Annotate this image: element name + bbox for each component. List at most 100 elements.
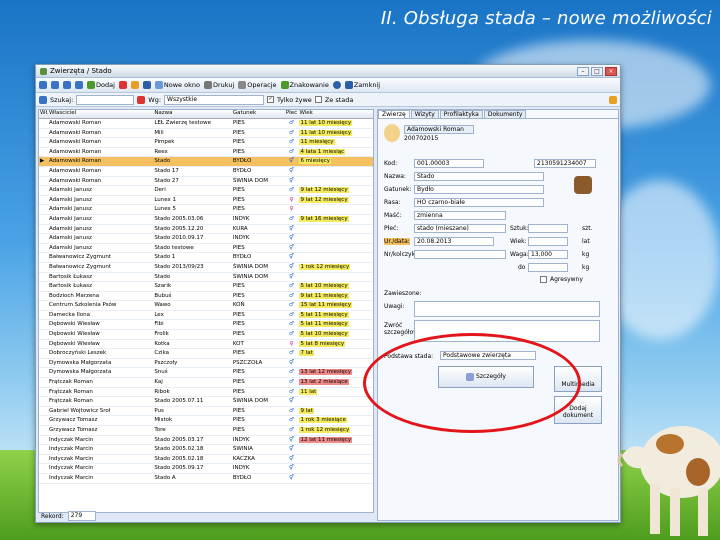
table-row[interactable]: Adamski Janusz Stado 2005.12.20 KURA ⚥ <box>39 225 373 235</box>
table-row[interactable]: Adamski Janusz Stado 2010.09.17 INDYK ⚥ <box>39 234 373 244</box>
breed-select[interactable]: HO czarno-białe <box>414 198 544 207</box>
color-select[interactable]: zmienna <box>414 211 506 220</box>
table-row[interactable]: Dębowski Wiesław Frolik PIES ♂ 5 lat 10 mies… <box>39 330 373 340</box>
table-row[interactable]: Dymowska Małgorzata Pszczoły PSZCZOŁA ⚥ <box>39 359 373 369</box>
table-row[interactable]: Gabriel Wojtowicz Sroł Pus PIES ♂ 9 lat <box>39 407 373 417</box>
col-header[interactable]: Wiek <box>298 110 373 118</box>
help-button[interactable] <box>332 81 341 89</box>
clear-icon[interactable] <box>137 95 146 104</box>
aggressive-checkbox[interactable] <box>540 276 547 283</box>
sex-icon: ♂ <box>289 407 294 414</box>
table-row[interactable]: Dameckа Ilona Lex PIES ♂ 5 lat 11 miesięcy <box>39 311 373 321</box>
age-badge: 5 lat 10 miesięcy <box>299 331 349 338</box>
table-row[interactable]: Bartosik Łukasz Szarik PIES ♂ 5 lat 10 miesi… <box>39 282 373 292</box>
table-row[interactable]: Grzywacz Tomasz Mistok PIES ♂ 1 rok 3 miesią… <box>39 416 373 426</box>
close-button[interactable]: Zamknij <box>344 81 380 89</box>
view-select[interactable]: Wszystkie <box>164 94 265 105</box>
search-input[interactable] <box>76 94 135 105</box>
weight-field[interactable]: 13,000 <box>528 250 568 259</box>
table-row[interactable]: Bałwanowicz Zygmunt Stado 2013/09/23 ŚWINI… <box>39 263 373 273</box>
table-cell: Stado 2005.02.18 <box>154 446 204 453</box>
table-row[interactable]: Indyczak Marcin Stado 2005.02.18 KACZKA ⚥ <box>39 455 373 465</box>
maximize-button[interactable]: □ <box>591 66 603 76</box>
table-row[interactable]: Adamowski Roman Pimpek PIES ♂ 11 miesięcy <box>39 138 373 148</box>
table-row[interactable]: Adamowski Roman LEŁ Zwierzę testowe PIES ♂ 1… <box>39 119 373 129</box>
nav-first-button[interactable] <box>39 81 47 89</box>
col-header[interactable]: Płeć <box>284 110 299 118</box>
sex-select[interactable]: stado (mieszane) <box>414 224 506 233</box>
close-window-button[interactable]: × <box>605 66 617 76</box>
age-field[interactable] <box>528 237 568 246</box>
chip-field[interactable]: 2130591234007 <box>534 159 596 168</box>
table-row[interactable]: Frątczak Roman Kaj PIES ♂ 13 lat 2 miesiące <box>39 378 373 388</box>
tab-visits[interactable]: Wizyty <box>410 110 439 118</box>
nav-next-button[interactable] <box>63 81 71 89</box>
tab-prophylaxis[interactable]: Profilaktyka <box>439 110 483 118</box>
table-row[interactable]: Centrum Szkolenia Psów Wawo KOŃ ♂ 15 lat 11 … <box>39 301 373 311</box>
minimize-button[interactable]: – <box>577 66 589 76</box>
marking-button[interactable]: Znakowanie <box>280 81 329 89</box>
tab-documents[interactable]: Dokumenty <box>483 110 527 118</box>
table-row[interactable]: Adamowski Roman Stado 27 ŚWINIA DOM ⚥ <box>39 177 373 187</box>
col-header[interactable]: Nazwa <box>153 110 232 118</box>
dose-field[interactable] <box>528 263 568 272</box>
table-row[interactable]: Bodzioch Marzena Bubuś PIES ♂ 9 lat 11 miesi… <box>39 292 373 302</box>
table-row[interactable]: Adamski Janusz Lunex 5 PIES ♀ <box>39 205 373 215</box>
only-alive-checkbox[interactable]: ✓ <box>267 96 275 103</box>
table-row[interactable]: Frątczak Roman Ribok PIES ♂ 11 lat <box>39 388 373 398</box>
operations-button[interactable]: Operacje <box>238 81 277 89</box>
table-cell: Reex <box>154 148 168 155</box>
table-cell: 4 lata 1 miesiąc <box>298 148 373 157</box>
table-row[interactable]: Dobroczyński Leszek Czika PIES ♂ 7 lat <box>39 349 373 359</box>
filter-icon[interactable] <box>598 96 606 104</box>
table-row[interactable]: Adamowski Roman Stado 17 BYDŁO ⚥ <box>39 167 373 177</box>
print-button[interactable]: Drukuj <box>203 81 234 89</box>
tab-animal[interactable]: Zwierzę <box>378 110 410 118</box>
save-button[interactable] <box>142 81 151 89</box>
table-row[interactable]: Frątczak Roman Stado 2005.07.11 ŚWINIA DOM… <box>39 397 373 407</box>
species-select[interactable]: Bydło <box>414 185 544 194</box>
pencil-icon[interactable] <box>609 95 617 104</box>
table-cell: Dębowski Wiesław <box>48 321 100 328</box>
name-field[interactable]: Stado <box>414 172 544 181</box>
table-row[interactable]: Adamski Janusz Stado 2005.03.06 INDYK ♂ 9 la… <box>39 215 373 225</box>
table-row[interactable]: Adamski Janusz Stado testowe PIES ⚥ <box>39 244 373 254</box>
from-herd-checkbox[interactable] <box>314 96 322 103</box>
disk-icon <box>142 81 151 89</box>
add-button[interactable]: Dodaj <box>87 81 115 89</box>
sex-icon: ♂ <box>289 311 294 318</box>
table-row[interactable]: Indyczak Marcin Stado 2005.02.18 ŚWINIA ⚥ <box>39 445 373 455</box>
table-row[interactable]: Bałwanowicz Zygmunt Stado 1 BYDŁO ⚥ <box>39 253 373 263</box>
table-row[interactable]: ▶ Adamowski Roman Stado BYDŁO ⚥ 6 miesięcy <box>39 157 373 167</box>
table-cell: ♂ <box>284 368 299 377</box>
count-label: Sztuk: <box>510 225 529 232</box>
table-row[interactable]: Indyczak Marcin Stado 2005.03.17 INDYK ⚥ 12 … <box>39 436 373 446</box>
table-cell <box>39 205 48 214</box>
col-header[interactable]: Gatunek <box>232 110 284 118</box>
id-field[interactable]: 001.00003 <box>414 159 484 168</box>
count-field[interactable] <box>528 224 568 233</box>
col-header[interactable]: Właściciel <box>48 110 153 118</box>
nav-last-button[interactable] <box>75 81 83 89</box>
table-row[interactable]: Dymowska Małgorzata Snuś PIES ♂ 13 lat 12 mi… <box>39 368 373 379</box>
table-cell: ŚWINIA DOM <box>232 177 268 184</box>
sex-icon: ♂ <box>289 427 294 433</box>
table-row[interactable]: Dębowski Wiesław Kotka KOT ♀ 5 lat 8 miesięc… <box>39 340 373 350</box>
table-row[interactable]: Indyczak Marcin Stado A BYDŁO ⚥ <box>39 474 373 484</box>
table-row[interactable]: Indyczak Marcin Stado 2005.09.17 INDYK ⚥ <box>39 464 373 474</box>
new-window-button[interactable]: Nowe okno <box>154 81 200 89</box>
born-field[interactable]: 20.08.2013 <box>414 237 494 246</box>
notes-field[interactable] <box>414 301 600 317</box>
desc-field[interactable] <box>414 250 506 259</box>
table-row[interactable]: Grzywacz Tomasz Tore PIES ♂ 1 rok 12 miesięc… <box>39 426 373 436</box>
table-row[interactable]: Adamski Janusz Deri PIES ♂ 9 lat 12 miesięcy <box>39 186 373 196</box>
table-row[interactable]: Adamski Janusz Lunex 1 PIES ♀ 9 lat 12 miesi… <box>39 196 373 206</box>
table-row[interactable]: Dębowski Wiesław Fibi PIES ♂ 5 lat 11 miesię… <box>39 320 373 331</box>
table-row[interactable]: Adamowski Roman Reex PIES ♂ 4 lata 1 miesiąc <box>39 148 373 158</box>
col-header[interactable]: Wł. <box>39 110 48 118</box>
table-row[interactable]: Bartosik Łukasz Stado ŚWINIA DOM ⚥ <box>39 273 373 283</box>
nav-prev-button[interactable] <box>51 81 59 89</box>
edit-button[interactable] <box>130 81 139 89</box>
delete-button[interactable] <box>118 81 127 89</box>
table-row[interactable]: Adamowski Roman Mili PIES ♂ 11 lat 10 miesię… <box>39 129 373 139</box>
